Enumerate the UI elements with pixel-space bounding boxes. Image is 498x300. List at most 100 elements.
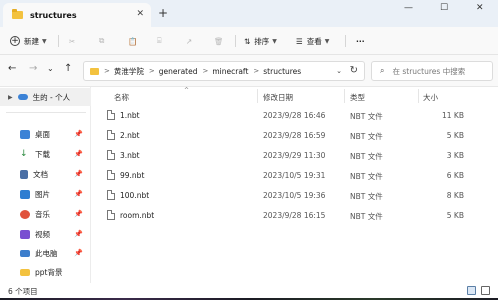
column-divider[interactable] (257, 89, 258, 103)
file-name: 100.nbt (120, 191, 150, 200)
file-size: 6 KB (446, 171, 464, 180)
chevron-down-icon: ▼ (324, 37, 330, 45)
chevron-down-icon: ▼ (42, 37, 47, 45)
chevron-down-icon: ▼ (272, 37, 277, 45)
breadcrumb-item[interactable]: generated (159, 67, 198, 76)
maximize-button[interactable]: ☐ (440, 3, 448, 13)
table-row[interactable]: 99.nbt 2023/10/5 19:31 NBT 文件 6 KB (92, 166, 498, 186)
toolbar-divider (58, 35, 59, 47)
sidebar-item-ppt-background[interactable]: ppt背景 (0, 263, 91, 281)
view-button[interactable]: ☰ 查看 ▼ (296, 33, 329, 49)
file-icon (107, 150, 115, 160)
refresh-icon[interactable]: ↻ (350, 65, 358, 76)
pictures-icon (20, 189, 30, 199)
file-size: 8 KB (446, 191, 464, 200)
table-row[interactable]: 100.nbt 2023/10/5 19:36 NBT 文件 8 KB (92, 186, 498, 206)
sidebar-item-label: 下载 (35, 149, 50, 159)
back-button[interactable]: ← (8, 63, 16, 74)
pin-icon: 📌 (74, 249, 83, 257)
file-name: 3.nbt (120, 151, 140, 160)
table-row[interactable]: room.nbt 2023/9/28 16:15 NBT 文件 5 KB (92, 206, 498, 226)
sort-icon: ⇅ (244, 36, 251, 46)
copy-icon[interactable]: ⧉ (99, 33, 104, 49)
cut-icon[interactable]: ✂ (69, 33, 75, 49)
column-header-name[interactable]: 名称 (114, 92, 129, 103)
video-icon (20, 229, 30, 239)
file-date: 2023/10/5 19:31 (263, 171, 326, 180)
column-header-size[interactable]: 大小 (423, 92, 438, 103)
delete-icon[interactable]: 🗑 (214, 33, 224, 49)
new-label: 新建 (24, 36, 39, 46)
close-tab-icon[interactable]: ✕ (136, 9, 144, 19)
file-date: 2023/9/29 11:30 (263, 151, 326, 160)
download-icon: ↓ (20, 148, 28, 159)
sidebar-item-this-pc[interactable]: 此电脑 📌 (0, 244, 91, 262)
up-button[interactable]: ↑ (64, 63, 72, 74)
pin-icon: 📌 (74, 170, 83, 178)
sidebar-item-music[interactable]: 音乐 📌 (0, 205, 91, 223)
file-date: 2023/9/28 16:46 (263, 111, 326, 120)
table-row[interactable]: 1.nbt 2023/9/28 16:46 NBT 文件 11 KB (92, 106, 498, 126)
recent-locations-button[interactable]: ⌄ (47, 64, 54, 73)
column-header-date[interactable]: 修改日期 (263, 92, 293, 103)
chevron-down-icon[interactable]: ⌄ (336, 67, 342, 75)
file-type: NBT 文件 (350, 152, 383, 161)
more-options-button[interactable]: ··· (356, 33, 365, 49)
search-box[interactable]: ⌕ 在 structures 中搜索 (371, 61, 493, 81)
file-icon (107, 190, 115, 200)
file-name: 1.nbt (120, 111, 140, 120)
file-type: NBT 文件 (350, 172, 383, 181)
file-icon (107, 110, 115, 120)
sidebar-item-label: 文档 (33, 169, 48, 179)
new-button[interactable]: + 新建 ▼ (10, 33, 47, 49)
file-date: 2023/9/28 16:59 (263, 131, 326, 140)
file-size: 5 KB (446, 131, 464, 140)
pin-icon: 📌 (74, 230, 83, 238)
new-tab-button[interactable]: + (158, 6, 168, 20)
view-label: 查看 (306, 36, 322, 46)
sort-ascending-icon: ^ (184, 87, 190, 94)
breadcrumb-separator: > (202, 67, 209, 75)
view-icon: ☰ (296, 36, 303, 46)
close-window-button[interactable]: ✕ (476, 3, 484, 13)
breadcrumb-separator: > (148, 67, 155, 75)
minimize-button[interactable]: — (404, 3, 413, 13)
column-divider[interactable] (344, 89, 345, 103)
breadcrumb-item[interactable]: structures (263, 67, 301, 76)
file-size: 3 KB (446, 151, 464, 160)
sidebar-item-documents[interactable]: 文档 📌 (0, 165, 91, 183)
sidebar-item-onedrive[interactable]: ▶ 生的 - 个人 (0, 88, 91, 106)
file-type: NBT 文件 (350, 192, 383, 201)
tiles-view-icon[interactable] (481, 286, 490, 295)
music-icon (20, 209, 30, 219)
address-bar[interactable]: > 黄淮学院 > generated > minecraft > structu… (83, 61, 365, 81)
column-divider[interactable] (418, 89, 419, 103)
chevron-right-icon[interactable]: ▶ (8, 94, 13, 101)
search-icon: ⌕ (380, 66, 385, 75)
folder-icon (90, 67, 99, 75)
breadcrumb-separator: > (253, 67, 260, 75)
sort-button[interactable]: ⇅ 排序 ▼ (244, 33, 277, 49)
file-type: NBT 文件 (350, 112, 383, 121)
rename-icon[interactable]: ⌸ (157, 33, 162, 49)
sidebar-item-downloads[interactable]: ↓ 下载 📌 (0, 145, 91, 163)
plus-icon: + (10, 36, 20, 46)
file-icon (107, 130, 115, 140)
table-row[interactable]: 3.nbt 2023/9/29 11:30 NBT 文件 3 KB (92, 146, 498, 166)
breadcrumb-item[interactable]: 黄淮学院 (114, 66, 144, 77)
paste-icon[interactable]: 📋 (128, 33, 137, 49)
file-name: 2.nbt (120, 131, 140, 140)
table-row[interactable]: 2.nbt 2023/9/28 16:59 NBT 文件 5 KB (92, 126, 498, 146)
forward-button[interactable]: → (29, 63, 37, 74)
sidebar-item-label: 桌面 (35, 129, 50, 139)
breadcrumb-item[interactable]: minecraft (212, 67, 248, 76)
computer-icon (20, 249, 30, 257)
sidebar-divider (6, 112, 86, 113)
share-icon[interactable]: ↗ (186, 33, 192, 49)
tab-structures[interactable]: structures ✕ (3, 3, 151, 27)
sidebar-item-videos[interactable]: 视频 📌 (0, 225, 91, 243)
details-view-icon[interactable] (467, 286, 476, 295)
column-header-type[interactable]: 类型 (350, 92, 365, 103)
sidebar-item-desktop[interactable]: 桌面 📌 (0, 125, 91, 143)
sidebar-item-pictures[interactable]: 图片 📌 (0, 185, 91, 203)
